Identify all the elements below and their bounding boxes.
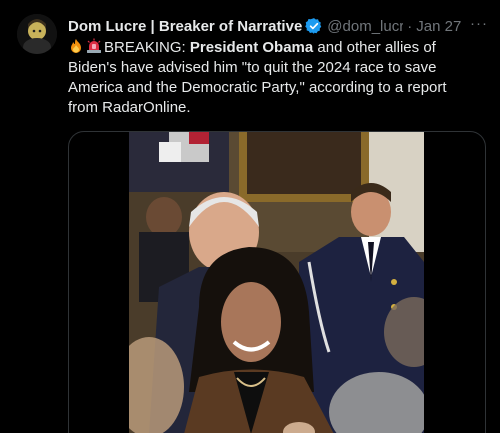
display-name[interactable]: Dom Lucre | Breaker of Narrative bbox=[68, 18, 302, 35]
avatar[interactable] bbox=[17, 14, 57, 54]
video-frame[interactable] bbox=[129, 132, 424, 433]
separator-dot: · bbox=[407, 17, 413, 35]
handle[interactable]: @dom_lucre bbox=[327, 18, 403, 35]
more-options-icon[interactable]: ··· bbox=[470, 15, 488, 32]
siren-emoji-icon bbox=[86, 38, 102, 54]
fire-emoji-icon bbox=[68, 38, 84, 54]
tweet: Dom Lucre | Breaker of Narrative @dom_lu… bbox=[0, 0, 500, 433]
post-date[interactable]: Jan 27 bbox=[416, 18, 461, 35]
video-media[interactable] bbox=[68, 131, 486, 433]
verified-badge-icon bbox=[305, 17, 323, 35]
tweet-header: Dom Lucre | Breaker of Narrative @dom_lu… bbox=[68, 15, 488, 37]
tweet-text: BREAKING: President Obama and other alli… bbox=[68, 38, 480, 118]
tweet-bold: President Obama bbox=[189, 39, 314, 56]
tweet-lead: BREAKING: bbox=[104, 39, 190, 56]
